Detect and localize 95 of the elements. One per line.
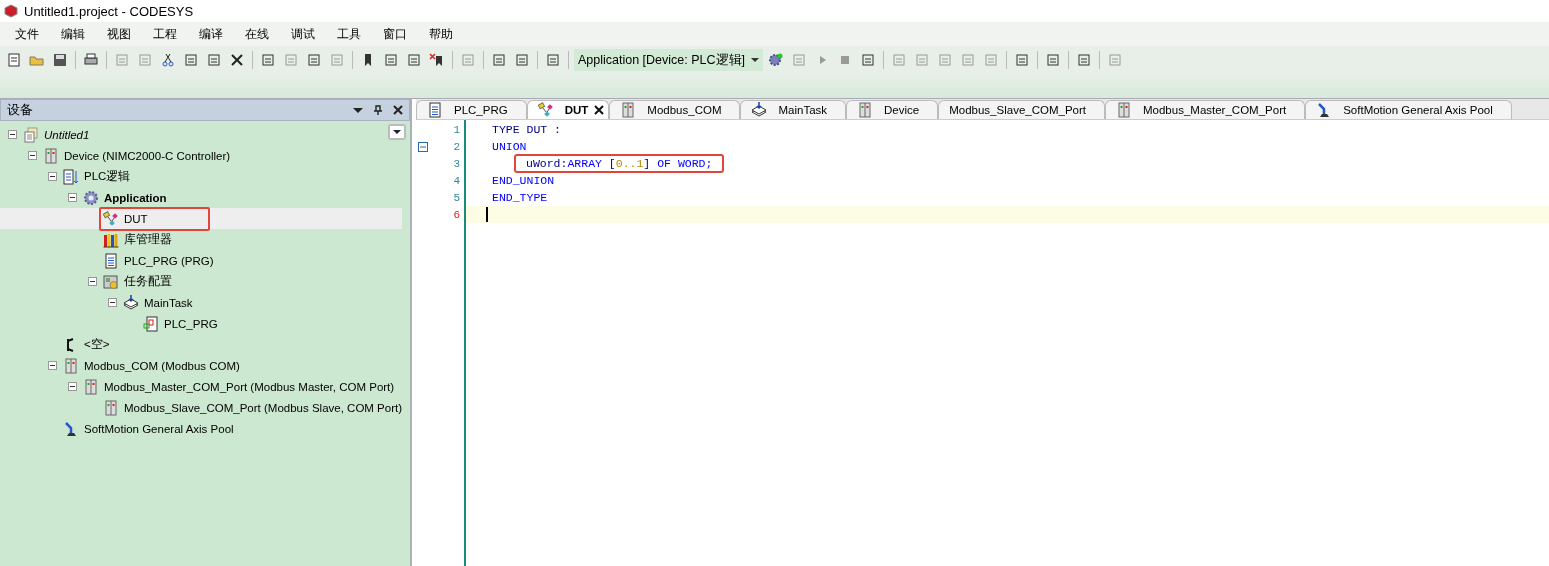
tree-label: SoftMotion General Axis Pool: [84, 422, 234, 435]
tree-item[interactable]: PLC_PRG (PRG): [0, 250, 410, 271]
collapse-icon[interactable]: [8, 130, 17, 139]
stack-icon: [751, 102, 768, 118]
tree-item[interactable]: Untitled1: [0, 124, 410, 145]
tree-label: Untitled1: [44, 128, 90, 141]
tree-item[interactable]: Device (NIMC2000-C Controller): [0, 145, 410, 166]
gear-icon: [83, 189, 99, 206]
logic-icon: [63, 168, 79, 185]
collapse-icon[interactable]: [28, 151, 37, 160]
code-line: TYPE DUT :: [491, 122, 562, 138]
tree-item[interactable]: <空>: [0, 334, 410, 355]
menu-item[interactable]: 视图: [96, 25, 142, 43]
caret-icon[interactable]: [353, 105, 363, 115]
line-number: 1: [453, 123, 460, 136]
fold-icon[interactable]: [418, 141, 428, 152]
tree-label: 任务配置: [124, 274, 172, 289]
code-line: END_UNION: [491, 173, 556, 189]
document-icon: [427, 102, 443, 118]
tree-label: PLC_PRG (PRG): [124, 254, 214, 267]
tree-item[interactable]: 库管理器: [0, 229, 410, 250]
device-icon: [43, 147, 59, 164]
code-line: UNION: [491, 139, 528, 155]
tree-label: <空>: [84, 337, 110, 352]
menu-item[interactable]: 文件: [4, 25, 50, 43]
tree-label: Modbus_Master_COM_Port (Modbus Master, COM Port): [104, 380, 395, 393]
tree-label: Device (NIMC2000-C Controller): [64, 149, 231, 162]
books-icon: [103, 231, 119, 248]
tree-item[interactable]: SoftMotion General Axis Pool: [0, 418, 410, 439]
tree-label: PLC_PRG: [164, 317, 218, 330]
collapse-icon[interactable]: [48, 172, 57, 181]
tree-item[interactable]: Application: [0, 187, 410, 208]
tree-item[interactable]: MainTask: [0, 292, 410, 313]
editor-tab[interactable]: Device: [846, 100, 939, 119]
tree-label: Application: [104, 191, 167, 204]
tree-label: Modbus_Slave_COM_Port (Modbus Slave, COM Port): [124, 401, 403, 414]
tree-item[interactable]: PLC逻辑: [0, 166, 410, 187]
text-cursor: [486, 207, 488, 222]
menu-item[interactable]: 工具: [326, 25, 372, 43]
tree-item[interactable]: Modbus_COM (Modbus COM): [0, 355, 410, 376]
line-number: 2: [453, 140, 460, 153]
application-dropdown[interactable]: Application [Device: PLC逻辑]: [574, 49, 764, 71]
editor-tab[interactable]: DUT: [526, 100, 610, 119]
collapse-icon[interactable]: [108, 298, 117, 307]
editor-tab[interactable]: Modbus_COM: [609, 100, 741, 119]
line-number: 3: [453, 157, 460, 170]
tree-label: 库管理器: [124, 232, 172, 247]
editor-tab[interactable]: Modbus_Master_COM_Port: [1105, 100, 1306, 119]
tree-label: MainTask: [144, 296, 193, 309]
line-number: 6: [453, 208, 460, 221]
close-icon[interactable]: [393, 105, 403, 115]
tree-item[interactable]: PLC_PRG: [0, 313, 410, 334]
menu-item[interactable]: 编译: [188, 25, 234, 43]
menu-item[interactable]: 帮助: [418, 25, 464, 43]
axis-icon: [63, 420, 79, 437]
pin-icon[interactable]: [373, 105, 383, 115]
tree-label: PLC逻辑: [84, 169, 131, 184]
editor-tab[interactable]: PLC_PRG: [416, 100, 527, 119]
collapse-icon[interactable]: [68, 193, 77, 202]
shapes-icon: [103, 210, 119, 227]
collapse-icon[interactable]: [68, 382, 77, 391]
line-number: 5: [453, 191, 460, 204]
menu-item[interactable]: 窗口: [372, 25, 418, 43]
code-line: END_TYPE: [491, 190, 549, 206]
shapes-icon: [537, 102, 554, 118]
tree-item[interactable]: Modbus_Master_COM_Port (Modbus Master, COM Port): [0, 376, 410, 397]
tree-item[interactable]: Modbus_Slave_COM_Port (Modbus Slave, COM Port): [0, 397, 410, 418]
menu-item[interactable]: 编辑: [50, 25, 96, 43]
caret-icon[interactable]: [751, 57, 760, 63]
program-call-icon: [143, 315, 159, 332]
editor-tab[interactable]: SoftMotion General Axis Pool: [1305, 100, 1512, 119]
document-icon: [23, 126, 39, 143]
device-icon: [103, 399, 119, 416]
device-icon: [63, 357, 79, 374]
menu-item[interactable]: 调试: [280, 25, 326, 43]
editor-tab[interactable]: Modbus_Slave_COM_Port: [938, 100, 1105, 119]
collapse-icon[interactable]: [88, 277, 97, 286]
tree-item[interactable]: DUT: [0, 208, 402, 229]
tree-label: Modbus_COM (Modbus COM): [84, 359, 240, 372]
task-config-icon: [103, 273, 119, 290]
editor-tab[interactable]: MainTask: [740, 100, 847, 119]
menu-item[interactable]: 工程: [142, 25, 188, 43]
tree-label: DUT: [124, 212, 148, 225]
app-icon: [4, 4, 18, 18]
collapse-icon[interactable]: [48, 361, 57, 370]
dropdown-button[interactable]: [388, 124, 406, 140]
window-title: Untitled1.project - CODESYS: [24, 3, 194, 19]
panel-title: 设备: [7, 101, 34, 119]
close-icon[interactable]: [594, 105, 605, 115]
device-icon: [83, 378, 99, 395]
stack-icon: [123, 294, 139, 311]
line-number: 4: [453, 174, 460, 187]
document-icon: [103, 252, 119, 269]
menu-item[interactable]: 在线: [234, 25, 280, 43]
tree-item[interactable]: 任务配置: [0, 271, 410, 292]
